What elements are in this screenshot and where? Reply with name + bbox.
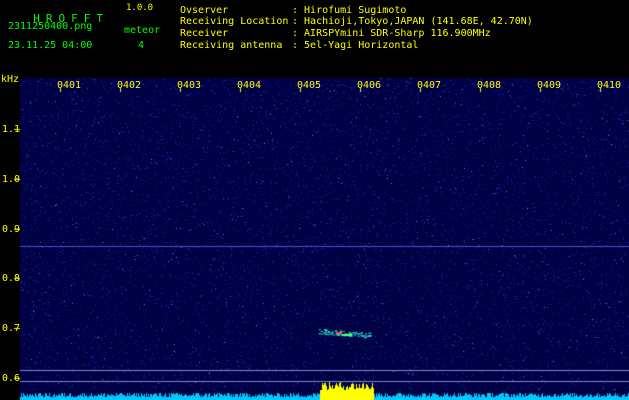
time-tick: 0403 [177,80,202,91]
meteor-count: 4 [138,40,145,51]
app-version: 1.0.0 [126,3,154,13]
info-value-antenna: : 5el-Yagi Horizontal [292,40,419,51]
info-label-location: Receiving Location [180,16,289,27]
file-name: 2311250400.png [8,21,93,32]
freq-tick: 1.1 [2,124,21,135]
freq-tick: 0.6 [2,373,21,384]
info-value-receiver: : AIRSPYmini SDR-Sharp 116.900MHz [292,28,491,39]
spectrogram-canvas [0,0,629,400]
date-time: 23.11.25 04:00 [8,40,93,51]
freq-tick: 0.8 [2,273,21,284]
freq-tick: 0.7 [2,323,21,334]
info-label-antenna: Receiving antenna [180,40,283,51]
freq-tick: 0.9 [2,224,21,235]
unit-label: kHz [1,74,20,85]
time-tick: 0405 [297,80,322,91]
freq-tick: 1.0 [2,174,21,185]
time-tick: 0408 [477,80,502,91]
info-value-observer: : Hirofumi Sugimoto [292,5,407,16]
info-label-receiver: Receiver [180,28,229,39]
time-tick: 0410 [597,80,622,91]
time-tick: 0406 [357,80,382,91]
time-tick: 0407 [417,80,442,91]
time-tick: 0402 [117,80,142,91]
time-tick: 0404 [237,80,262,91]
info-label-observer: Ovserver [180,5,229,16]
time-tick: 0401 [57,80,82,91]
time-tick: 0409 [537,80,562,91]
info-value-location: : Hachioji,Tokyo,JAPAN (141.68E, 42.70N) [292,16,533,27]
meteor-label: meteor [124,25,161,36]
